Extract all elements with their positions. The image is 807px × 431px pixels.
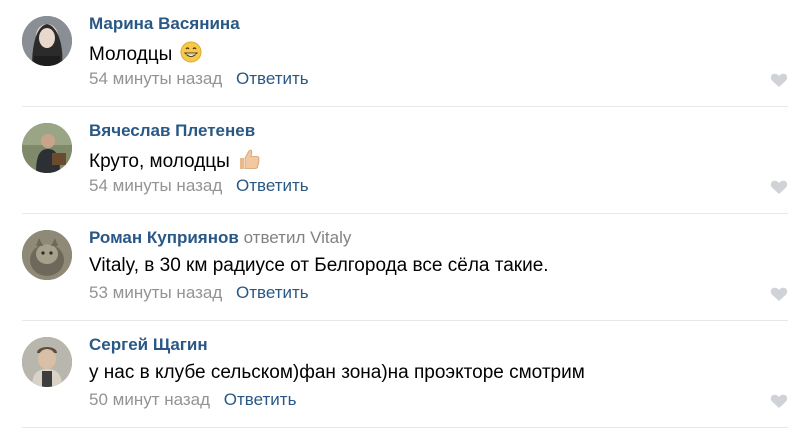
- avatar[interactable]: [22, 123, 72, 173]
- author-line: Вячеслав Плетенев: [89, 121, 255, 141]
- comment-text-body: у нас в клубе сельском)фан зона)на проэк…: [89, 362, 585, 383]
- author-name[interactable]: Роман Куприянов: [89, 228, 239, 247]
- author-line: Роман Куприянов ответил Vitaly: [89, 228, 351, 248]
- comment-time[interactable]: 54 минуты назад: [89, 69, 222, 88]
- comment-text: Молодцы: [89, 41, 202, 69]
- heart-icon[interactable]: [770, 179, 788, 195]
- author-name[interactable]: Сергей Щагин: [89, 335, 208, 354]
- reply-button[interactable]: Ответить: [236, 176, 309, 195]
- heart-icon[interactable]: [770, 393, 788, 409]
- reply-button[interactable]: Ответить: [236, 283, 309, 302]
- comment-meta: 54 минуты назад Ответить: [89, 176, 309, 196]
- comment-text-body: Молодцы: [89, 44, 173, 65]
- avatar[interactable]: [22, 16, 72, 66]
- comment-item: Роман Куприянов ответил Vitaly Vitaly, в…: [0, 214, 807, 321]
- author-name[interactable]: Вячеслав Плетенев: [89, 121, 255, 140]
- comment-text: Vitaly, в 30 км радиусе от Белгорода все…: [89, 255, 549, 277]
- reply-to-prefix: ответил: [243, 228, 306, 247]
- comment-item: Сергей Щагин у нас в клубе сельском)фан …: [0, 321, 807, 428]
- comment-item: Вячеслав Плетенев Круто, молодцы 54 мину…: [0, 107, 807, 214]
- author-name[interactable]: Марина Васянина: [89, 14, 240, 33]
- thumbs-up-icon: [237, 148, 261, 176]
- divider: [22, 427, 788, 428]
- reply-to-name[interactable]: Vitaly: [310, 228, 351, 247]
- author-line: Сергей Щагин: [89, 335, 208, 355]
- comment-text-body: Круто, молодцы: [89, 151, 230, 172]
- comment-text-body: Vitaly, в 30 км радиусе от Белгорода все…: [89, 255, 549, 276]
- reply-button[interactable]: Ответить: [224, 390, 297, 409]
- heart-icon[interactable]: [770, 286, 788, 302]
- avatar[interactable]: [22, 230, 72, 280]
- author-line: Марина Васянина: [89, 14, 240, 34]
- comment-meta: 50 минут назад Ответить: [89, 390, 296, 410]
- comment-text: Круто, молодцы: [89, 148, 261, 176]
- comment-time[interactable]: 50 минут назад: [89, 390, 210, 409]
- reply-button[interactable]: Ответить: [236, 69, 309, 88]
- comment-item: Марина Васянина Молодцы 54 минуты назад …: [0, 0, 807, 107]
- heart-icon[interactable]: [770, 72, 788, 88]
- comment-meta: 54 минуты назад Ответить: [89, 69, 309, 89]
- avatar[interactable]: [22, 337, 72, 387]
- comment-time[interactable]: 53 минуты назад: [89, 283, 222, 302]
- comment-meta: 53 минуты назад Ответить: [89, 283, 309, 303]
- comment-text: у нас в клубе сельском)фан зона)на проэк…: [89, 362, 585, 384]
- comment-time[interactable]: 54 минуты назад: [89, 176, 222, 195]
- grinning-face-icon: [180, 41, 202, 69]
